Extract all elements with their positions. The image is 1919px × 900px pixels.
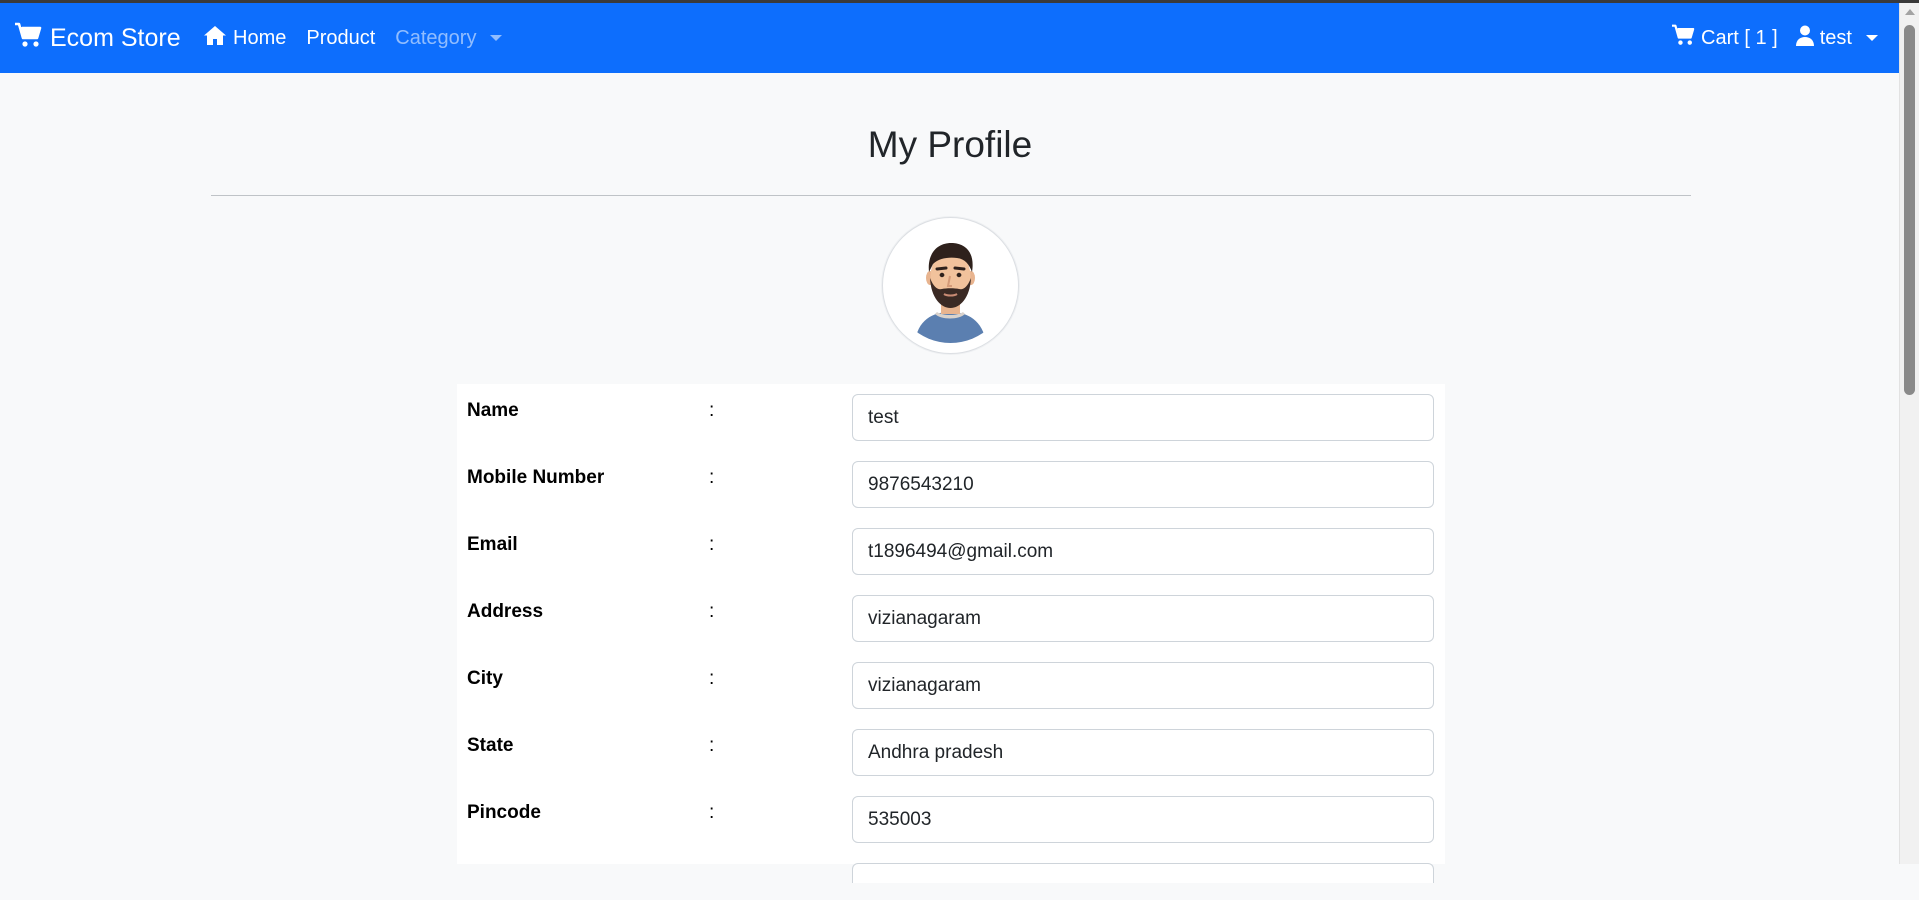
field-label: Pincode	[467, 802, 541, 823]
navbar: Ecom Store Home Product Category Cart […	[0, 3, 1900, 73]
nav-home-label: Home	[233, 26, 287, 49]
field-label: Email	[467, 534, 518, 555]
brand-link[interactable]: Ecom Store	[14, 3, 181, 73]
cart-icon	[1671, 24, 1695, 52]
email-field[interactable]	[852, 528, 1434, 575]
state-field[interactable]	[852, 729, 1434, 776]
nav-user-dropdown[interactable]: test	[1795, 25, 1878, 52]
field-colon: :	[709, 534, 715, 555]
field-colon: :	[709, 802, 715, 823]
profile-row-city: City :	[457, 652, 1445, 709]
avatar-image	[893, 228, 1008, 343]
nav-right: Cart [ 1 ] test	[1671, 3, 1878, 73]
profile-row-state: State :	[457, 719, 1445, 776]
name-field[interactable]	[852, 394, 1434, 441]
field-label: Name	[467, 400, 519, 421]
profile-row-email: Email :	[457, 518, 1445, 575]
nav-cart[interactable]: Cart [ 1 ]	[1671, 24, 1778, 52]
address-field[interactable]	[852, 595, 1434, 642]
field-label: State	[467, 735, 514, 756]
next-field-partial[interactable]	[852, 863, 1434, 883]
home-icon	[203, 25, 227, 52]
field-colon: :	[709, 735, 715, 756]
profile-row-address: Address :	[457, 585, 1445, 642]
profile-row-pincode: Pincode :	[457, 786, 1445, 843]
field-colon: :	[709, 400, 715, 421]
field-colon: :	[709, 601, 715, 622]
title-divider	[211, 195, 1691, 196]
field-colon: :	[709, 467, 715, 488]
pincode-field[interactable]	[852, 796, 1434, 843]
scroll-up-arrow-icon[interactable]	[1905, 9, 1915, 15]
profile-row-name: Name :	[457, 384, 1445, 441]
nav-user-label: test	[1819, 26, 1852, 49]
vertical-scrollbar[interactable]	[1899, 3, 1919, 864]
avatar	[882, 217, 1019, 354]
field-colon: :	[709, 668, 715, 689]
page-title: My Profile	[867, 124, 1033, 165]
profile-form: Name : Mobile Number : Email : Address :…	[457, 384, 1445, 883]
field-label: Mobile Number	[467, 467, 605, 488]
nav-category-dropdown[interactable]: Category	[395, 26, 503, 50]
profile-row-next	[457, 853, 1445, 900]
nav-product-label: Product	[306, 26, 376, 49]
user-icon	[1795, 25, 1814, 52]
brand-label: Ecom Store	[50, 23, 181, 52]
scrollbar-thumb[interactable]	[1904, 25, 1915, 395]
field-label: Address	[467, 601, 544, 622]
nav-category-label: Category	[395, 26, 477, 49]
nav-home[interactable]: Home	[203, 25, 286, 52]
nav-links: Home Product Category	[203, 3, 522, 73]
chevron-down-icon	[490, 35, 503, 41]
mobile-number-field[interactable]	[852, 461, 1434, 508]
cart-icon	[14, 22, 42, 55]
city-field[interactable]	[852, 662, 1434, 709]
profile-row-mobile: Mobile Number :	[457, 451, 1445, 508]
chevron-down-icon	[1866, 35, 1878, 41]
nav-cart-label: Cart [ 1 ]	[1701, 26, 1778, 49]
nav-product[interactable]: Product	[306, 27, 375, 50]
field-label: City	[467, 668, 503, 689]
